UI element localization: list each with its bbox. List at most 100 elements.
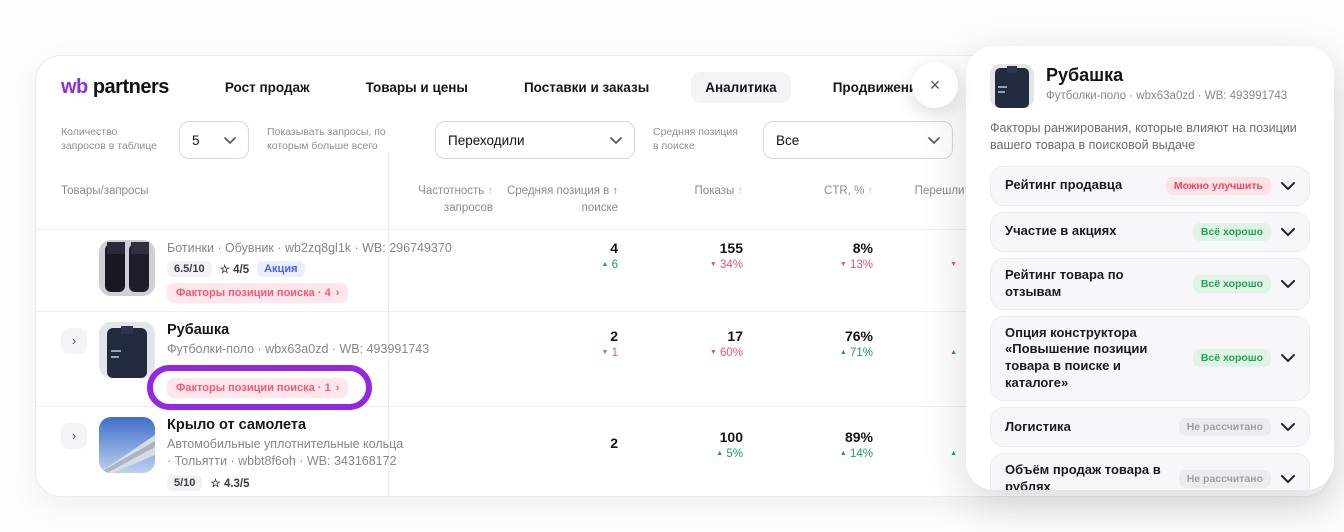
logo-wb: wb xyxy=(61,76,88,98)
product-image-boots xyxy=(99,240,155,296)
cell-position: 2 ▼ 1 xyxy=(503,312,628,406)
factor-review-rating[interactable]: Рейтинг товара по отзывам Всё хорошо xyxy=(990,258,1310,310)
ranking-factors-panel: Рубашка Футболки-поло · wbx63a0zd · WB: … xyxy=(966,46,1334,490)
product-subtitle-line2: · Тольятти · wbbt8f6oh · WB: 343168172 xyxy=(167,453,391,470)
column-products-queries: Товары/запросы xyxy=(61,183,391,217)
factor-sales-volume[interactable]: Объём продаж товара в рублях Не рассчита… xyxy=(990,453,1310,490)
trend-up-icon: ▲ xyxy=(950,349,957,356)
panel-product-image xyxy=(990,64,1034,108)
star-icon: ☆ xyxy=(210,478,220,490)
chevron-right-icon: › xyxy=(336,287,340,299)
factor-constructor-option[interactable]: Опция конструктора «Повышение позиции то… xyxy=(990,316,1310,402)
row-indent xyxy=(61,240,87,304)
app-window: wb partners Рост продаж Товары и цены По… xyxy=(0,0,1344,532)
filter-count-value: 5 xyxy=(192,133,200,148)
logo-partners: partners xyxy=(93,76,169,98)
status-badge: Всё хорошо xyxy=(1193,223,1271,241)
cell-frequency xyxy=(391,312,503,406)
product-subtitle: Футболки-поло · wbx63a0zd · WB: 49399174… xyxy=(167,341,391,358)
trend-down-icon: ▼ xyxy=(710,261,717,268)
search-factors-badge[interactable]: Факторы позиции поиска · 1› xyxy=(167,378,348,398)
trend-down-icon: ▼ xyxy=(950,261,957,268)
chevron-down-icon xyxy=(610,137,622,144)
rating-stars: ☆ 4.3/5 xyxy=(210,476,249,490)
trend-down-icon: ▼ xyxy=(601,349,608,356)
cell-shows: 100 ▲ 5% xyxy=(628,407,753,497)
cell-frequency xyxy=(391,407,503,497)
filter-show-select[interactable]: Переходили xyxy=(435,121,635,159)
filter-show-label: Показывать запросы, по которым больше вс… xyxy=(267,126,417,153)
nav-supplies-orders[interactable]: Поставки и заказы xyxy=(510,72,663,103)
status-badge: Всё хорошо xyxy=(1193,349,1271,367)
filter-position-select[interactable]: Все xyxy=(763,121,953,159)
column-avg-position[interactable]: Средняя позиция в ↑ поиске xyxy=(503,183,628,217)
rating-stars: ☆ 4/5 xyxy=(220,262,250,276)
star-icon: ☆ xyxy=(220,264,230,276)
chevron-right-icon: › xyxy=(336,382,340,394)
product-image-shirt xyxy=(99,322,155,378)
factor-promotions[interactable]: Участие в акциях Всё хорошо xyxy=(990,212,1310,252)
expand-row-button[interactable]: › xyxy=(61,328,87,354)
cell-position: 4 ▲ 6 xyxy=(503,230,628,312)
panel-title: Рубашка xyxy=(1046,65,1287,86)
panel-description: Факторы ранжирования, которые влияют на … xyxy=(990,120,1300,154)
product-subtitle: Ботинки · Обувник · wb2zq8gl1k · WB: 296… xyxy=(167,240,391,257)
nav-analytics[interactable]: Аналитика xyxy=(691,72,790,103)
chevron-down-icon xyxy=(1281,228,1295,236)
expand-row-button[interactable]: › xyxy=(61,423,87,449)
trend-down-icon: ▼ xyxy=(840,261,847,268)
sort-arrow-icon: ↑ xyxy=(868,185,874,197)
cell-shows: 17 ▼ 60% xyxy=(628,312,753,406)
factors-list: Рейтинг продавца Можно улучшить Участие … xyxy=(990,166,1310,490)
trend-down-icon: ▼ xyxy=(710,349,717,356)
search-factors-badge[interactable]: Факторы позиции поиска · 4› xyxy=(167,283,348,303)
filter-position-label: Средняя позиция в поиске xyxy=(653,126,745,153)
filter-count-label: Количество запросов в таблице xyxy=(61,126,161,153)
trend-up-icon: ▲ xyxy=(950,450,957,457)
cell-ctr: 8% ▼ 13% xyxy=(753,230,883,312)
cell-ctr: 76% ▲ 71% xyxy=(753,312,883,406)
filter-count-select[interactable]: 5 xyxy=(179,121,249,159)
trend-up-icon: ▲ xyxy=(840,349,847,356)
filter-position-value: Все xyxy=(776,133,799,148)
product-title: Крыло от самолета xyxy=(167,417,391,433)
close-button[interactable]: × xyxy=(912,62,958,108)
chevron-down-icon xyxy=(928,137,940,144)
cell-frequency xyxy=(391,230,503,312)
cell-position: 2 xyxy=(503,407,628,497)
chevron-down-icon xyxy=(1281,475,1295,483)
obscured-rating-row xyxy=(167,358,391,372)
score-chip: 6.5/10 xyxy=(167,261,212,277)
filter-show-value: Переходили xyxy=(448,133,525,148)
column-ctr[interactable]: CTR, % ↑ xyxy=(753,183,883,217)
status-badge: Не рассчитано xyxy=(1179,418,1271,436)
sort-arrow-active-icon: ↑ xyxy=(613,185,619,197)
product-title: Рубашка xyxy=(167,322,391,338)
promo-badge: Акция xyxy=(257,261,304,277)
nav-sales-growth[interactable]: Рост продаж xyxy=(211,72,324,103)
wb-partners-logo: wb partners xyxy=(61,76,169,99)
status-badge: Не рассчитано xyxy=(1179,470,1271,488)
nav-goods-prices[interactable]: Товары и цены xyxy=(352,72,482,103)
close-icon: × xyxy=(930,75,941,95)
cell-shows: 155 ▼ 34% xyxy=(628,230,753,312)
chevron-down-icon xyxy=(1281,423,1295,431)
trend-up-icon: ▲ xyxy=(716,450,723,457)
chevron-down-icon xyxy=(1281,280,1295,288)
score-chip: 5/10 xyxy=(167,475,202,491)
trend-up-icon: ▲ xyxy=(840,450,847,457)
chevron-down-icon xyxy=(1281,354,1295,362)
product-image-wing xyxy=(99,417,155,473)
status-badge: Можно улучшить xyxy=(1166,177,1271,195)
factor-seller-rating[interactable]: Рейтинг продавца Можно улучшить xyxy=(990,166,1310,206)
chevron-down-icon xyxy=(224,137,236,144)
column-shows[interactable]: Показы ↑ xyxy=(628,183,753,217)
trend-up-icon: ▲ xyxy=(601,261,608,268)
sort-arrow-icon: ↑ xyxy=(488,185,494,197)
factor-logistics[interactable]: Логистика Не рассчитано xyxy=(990,407,1310,447)
chevron-down-icon xyxy=(1281,182,1295,190)
product-subtitle: Автомобильные уплотнительные кольца xyxy=(167,436,391,453)
column-query-frequency[interactable]: Частотность ↑ запросов xyxy=(391,183,503,217)
cell-ctr: 89% ▲ 14% xyxy=(753,407,883,497)
panel-subtitle: Футболки-поло · wbx63a0zd · WB: 49399174… xyxy=(1046,90,1287,102)
